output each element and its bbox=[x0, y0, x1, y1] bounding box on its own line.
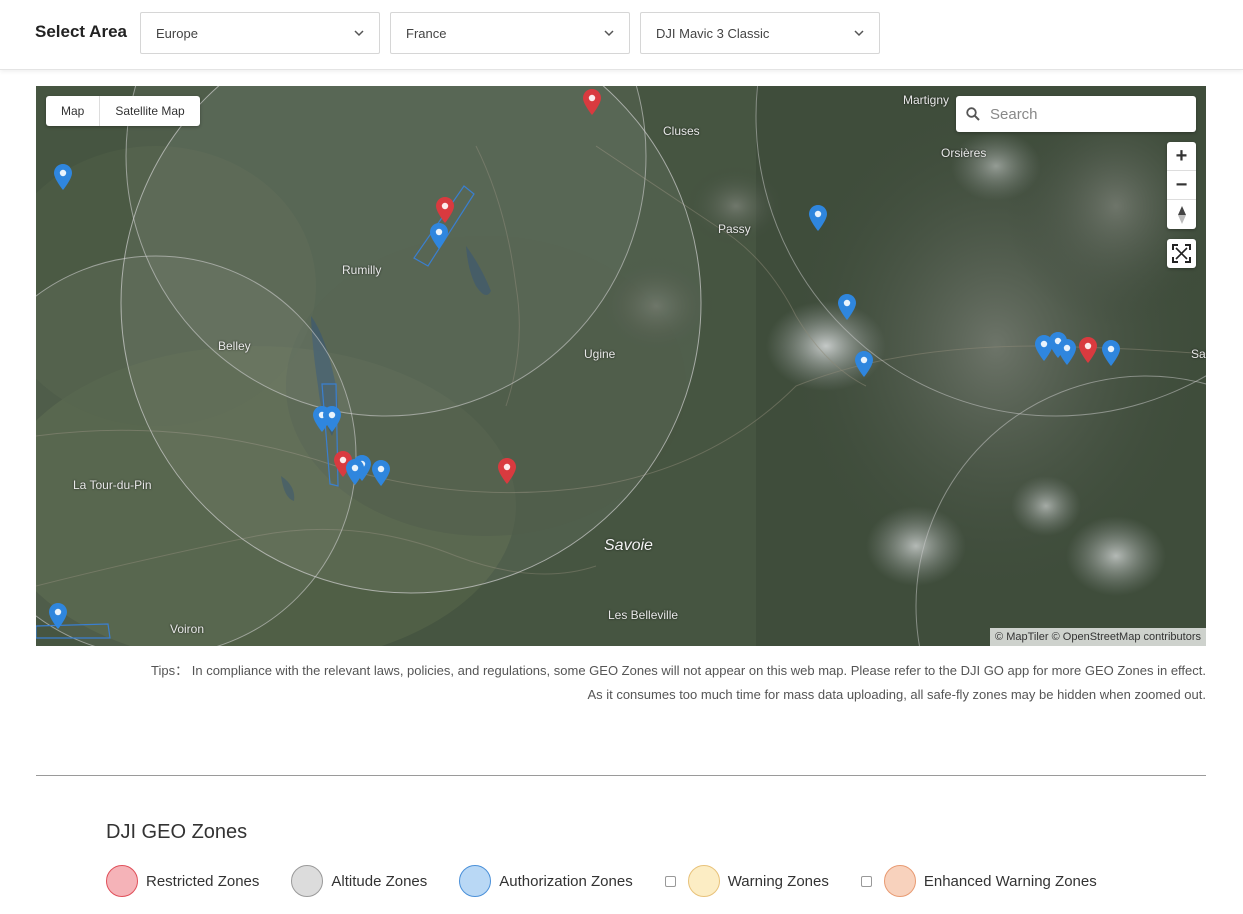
region-select[interactable]: Europe bbox=[140, 12, 380, 54]
place-label: Les Belleville bbox=[608, 608, 679, 622]
place-label: Cluses bbox=[663, 124, 700, 138]
satellite-map-button[interactable]: Satellite Map bbox=[100, 96, 199, 126]
restricted-zone-pin[interactable] bbox=[436, 197, 454, 223]
map-search-box bbox=[956, 96, 1196, 132]
legend-label: Warning Zones bbox=[727, 872, 829, 890]
place-label: Voiron bbox=[170, 622, 205, 636]
geo-zone-map[interactable]: Martigny Cluses Orsières Passy Rumilly B… bbox=[36, 86, 1206, 646]
altitude-zone-swatch bbox=[291, 865, 324, 897]
restricted-zone-pin[interactable] bbox=[1079, 337, 1097, 363]
place-label: Rumilly bbox=[342, 263, 382, 277]
chevron-down-icon bbox=[604, 30, 614, 37]
restricted-zone-swatch bbox=[106, 865, 138, 897]
country-select[interactable]: France bbox=[390, 12, 630, 54]
region-select-value: Europe bbox=[156, 26, 198, 41]
authorization-zone-pin[interactable] bbox=[1102, 340, 1120, 366]
place-label: La Tour-du-Pin bbox=[73, 478, 152, 492]
legend-label: Enhanced Warning Zones bbox=[923, 872, 1097, 890]
legend-altitude: Altitude Zones bbox=[291, 865, 427, 897]
section-divider bbox=[36, 775, 1206, 776]
zoom-out-button[interactable]: − bbox=[1167, 171, 1196, 200]
zoom-in-icon: + bbox=[1175, 144, 1188, 167]
authorization-zone-pin[interactable] bbox=[54, 164, 72, 190]
enhanced-warning-zones-checkbox[interactable] bbox=[860, 875, 872, 887]
country-select-value: France bbox=[406, 26, 447, 41]
place-label: Orsières bbox=[941, 146, 987, 160]
tips-line: Tips： In compliance with the relevant la… bbox=[151, 663, 1206, 678]
tips-text: Tips： In compliance with the relevant la… bbox=[126, 659, 1206, 707]
fullscreen-button[interactable] bbox=[1167, 239, 1196, 268]
authorization-zone-pin[interactable] bbox=[809, 205, 827, 231]
search-input[interactable] bbox=[990, 96, 1190, 132]
zoom-controls: + − bbox=[1167, 142, 1196, 229]
zoom-in-button[interactable]: + bbox=[1167, 142, 1196, 171]
restricted-zone-pin[interactable] bbox=[498, 458, 516, 484]
legend-warning: Warning Zones bbox=[664, 865, 829, 897]
authorization-zone-pin[interactable] bbox=[838, 294, 856, 320]
select-area-title: Select Area bbox=[35, 22, 127, 41]
place-label: Martigny bbox=[903, 93, 950, 107]
legend-enhanced-warning: Enhanced Warning Zones bbox=[860, 865, 1097, 897]
authorization-zone-pin[interactable] bbox=[49, 603, 67, 629]
place-label: Passy bbox=[718, 222, 751, 236]
authorization-zone-swatch bbox=[459, 865, 492, 897]
zone-legend: Restricted Zones Altitude Zones Authoriz… bbox=[106, 865, 1129, 897]
legend-label: Authorization Zones bbox=[499, 872, 633, 890]
enhanced-warning-zone-swatch bbox=[883, 865, 916, 897]
map-view-button[interactable]: Map bbox=[46, 96, 101, 126]
legend-restricted: Restricted Zones bbox=[106, 865, 259, 897]
place-label: Belley bbox=[218, 339, 251, 353]
authorization-zone-pin[interactable] bbox=[323, 406, 341, 432]
compass-icon bbox=[1177, 205, 1186, 224]
geo-zones-title: DJI GEO Zones bbox=[106, 821, 248, 843]
authorization-zone-pin[interactable] bbox=[346, 459, 364, 485]
tips-line: As it consumes too much time for mass da… bbox=[587, 687, 1206, 702]
authorization-zone-pin[interactable] bbox=[855, 351, 873, 377]
aircraft-select[interactable]: DJI Mavic 3 Classic bbox=[640, 12, 880, 54]
top-bar: Select Area Europe France DJI Mavic 3 Cl… bbox=[0, 0, 1243, 70]
legend-authorization: Authorization Zones bbox=[459, 865, 633, 897]
map-attribution[interactable]: © MapTiler © OpenStreetMap contributors bbox=[990, 628, 1206, 646]
map-type-switch: Map Satellite Map bbox=[46, 96, 200, 126]
place-label: Ugine bbox=[584, 347, 616, 361]
chevron-down-icon bbox=[354, 30, 364, 37]
authorization-zone-pin[interactable] bbox=[1058, 339, 1076, 365]
satellite-terrain bbox=[36, 86, 1206, 646]
warning-zones-checkbox[interactable] bbox=[664, 875, 676, 887]
place-label: Saint bbox=[1191, 347, 1206, 361]
reset-north-button[interactable] bbox=[1167, 200, 1196, 229]
search-icon bbox=[966, 107, 980, 121]
fullscreen-icon bbox=[1172, 244, 1191, 263]
authorization-zone-pin[interactable] bbox=[430, 223, 448, 249]
aircraft-select-value: DJI Mavic 3 Classic bbox=[656, 26, 770, 41]
warning-zone-swatch bbox=[687, 865, 720, 897]
authorization-zone-pin[interactable] bbox=[372, 460, 390, 486]
legend-label: Altitude Zones bbox=[331, 872, 428, 890]
zoom-out-icon: − bbox=[1175, 173, 1188, 196]
region-label: Savoie bbox=[604, 537, 653, 554]
legend-label: Restricted Zones bbox=[146, 872, 260, 890]
chevron-down-icon bbox=[854, 30, 864, 37]
restricted-zone-pin[interactable] bbox=[583, 89, 601, 115]
